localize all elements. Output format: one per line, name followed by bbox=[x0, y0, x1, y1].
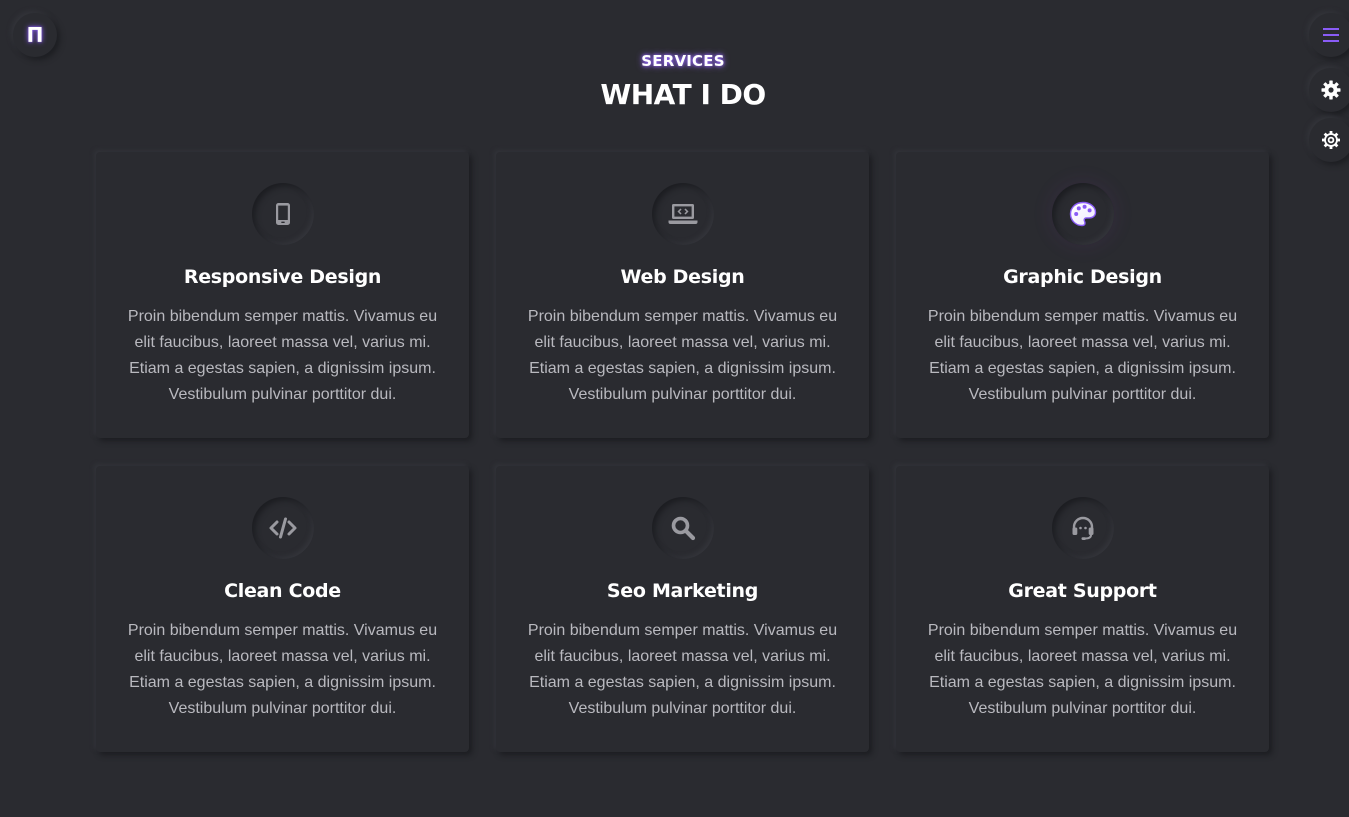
service-icon-badge bbox=[1052, 497, 1114, 559]
section-subtitle: SERVICES bbox=[641, 52, 725, 70]
service-description: Proin bibendum semper mattis. Vivamus eu… bbox=[127, 622, 438, 717]
service-icon-badge bbox=[1052, 183, 1114, 245]
service-description: Proin bibendum semper mattis. Vivamus eu… bbox=[927, 308, 1238, 403]
service-title: Clean Code bbox=[224, 580, 341, 602]
section-title: WHAT I DO bbox=[600, 78, 766, 111]
hamburger-menu-icon bbox=[1323, 28, 1339, 42]
search-icon bbox=[671, 516, 696, 541]
service-description: Proin bibendum semper mattis. Vivamus eu… bbox=[127, 308, 438, 403]
service-title: Seo Marketing bbox=[606, 580, 759, 602]
site-logo[interactable]: Π bbox=[13, 13, 57, 57]
code-icon bbox=[269, 517, 297, 539]
service-description: Proin bibendum semper mattis. Vivamus eu… bbox=[527, 308, 838, 403]
laptop-code-icon bbox=[668, 204, 698, 224]
service-card-seo-marketing: Seo Marketing Proin bibendum semper matt… bbox=[496, 466, 869, 752]
gear-outline-icon bbox=[1322, 131, 1340, 149]
service-title: Responsive Design bbox=[183, 266, 382, 288]
headset-icon bbox=[1072, 516, 1094, 540]
page: Π SERVICES WHAT I DO Responsive Design P… bbox=[0, 0, 1349, 817]
service-card-responsive-design: Responsive Design Proin bibendum semper … bbox=[96, 152, 469, 438]
palette-icon bbox=[1069, 201, 1097, 227]
service-icon-badge bbox=[252, 183, 314, 245]
logo-glyph: Π bbox=[26, 23, 44, 47]
service-title: Great Support bbox=[1008, 580, 1157, 602]
service-card-great-support: Great Support Proin bibendum semper matt… bbox=[896, 466, 1269, 752]
service-title: Web Design bbox=[620, 266, 745, 288]
service-title: Graphic Design bbox=[1003, 266, 1162, 288]
service-description: Proin bibendum semper mattis. Vivamus eu… bbox=[527, 622, 838, 717]
service-card-clean-code: Clean Code Proin bibendum semper mattis.… bbox=[96, 466, 469, 752]
settings-button[interactable] bbox=[1309, 118, 1349, 162]
service-description: Proin bibendum semper mattis. Vivamus eu… bbox=[927, 622, 1238, 717]
smartphone-icon bbox=[276, 203, 290, 225]
service-card-web-design: Web Design Proin bibendum semper mattis.… bbox=[496, 152, 869, 438]
service-icon-badge bbox=[252, 497, 314, 559]
service-icon-badge bbox=[652, 497, 714, 559]
menu-button[interactable] bbox=[1309, 13, 1349, 57]
service-card-graphic-design: Graphic Design Proin bibendum semper mat… bbox=[896, 152, 1269, 438]
service-icon-badge bbox=[652, 183, 714, 245]
